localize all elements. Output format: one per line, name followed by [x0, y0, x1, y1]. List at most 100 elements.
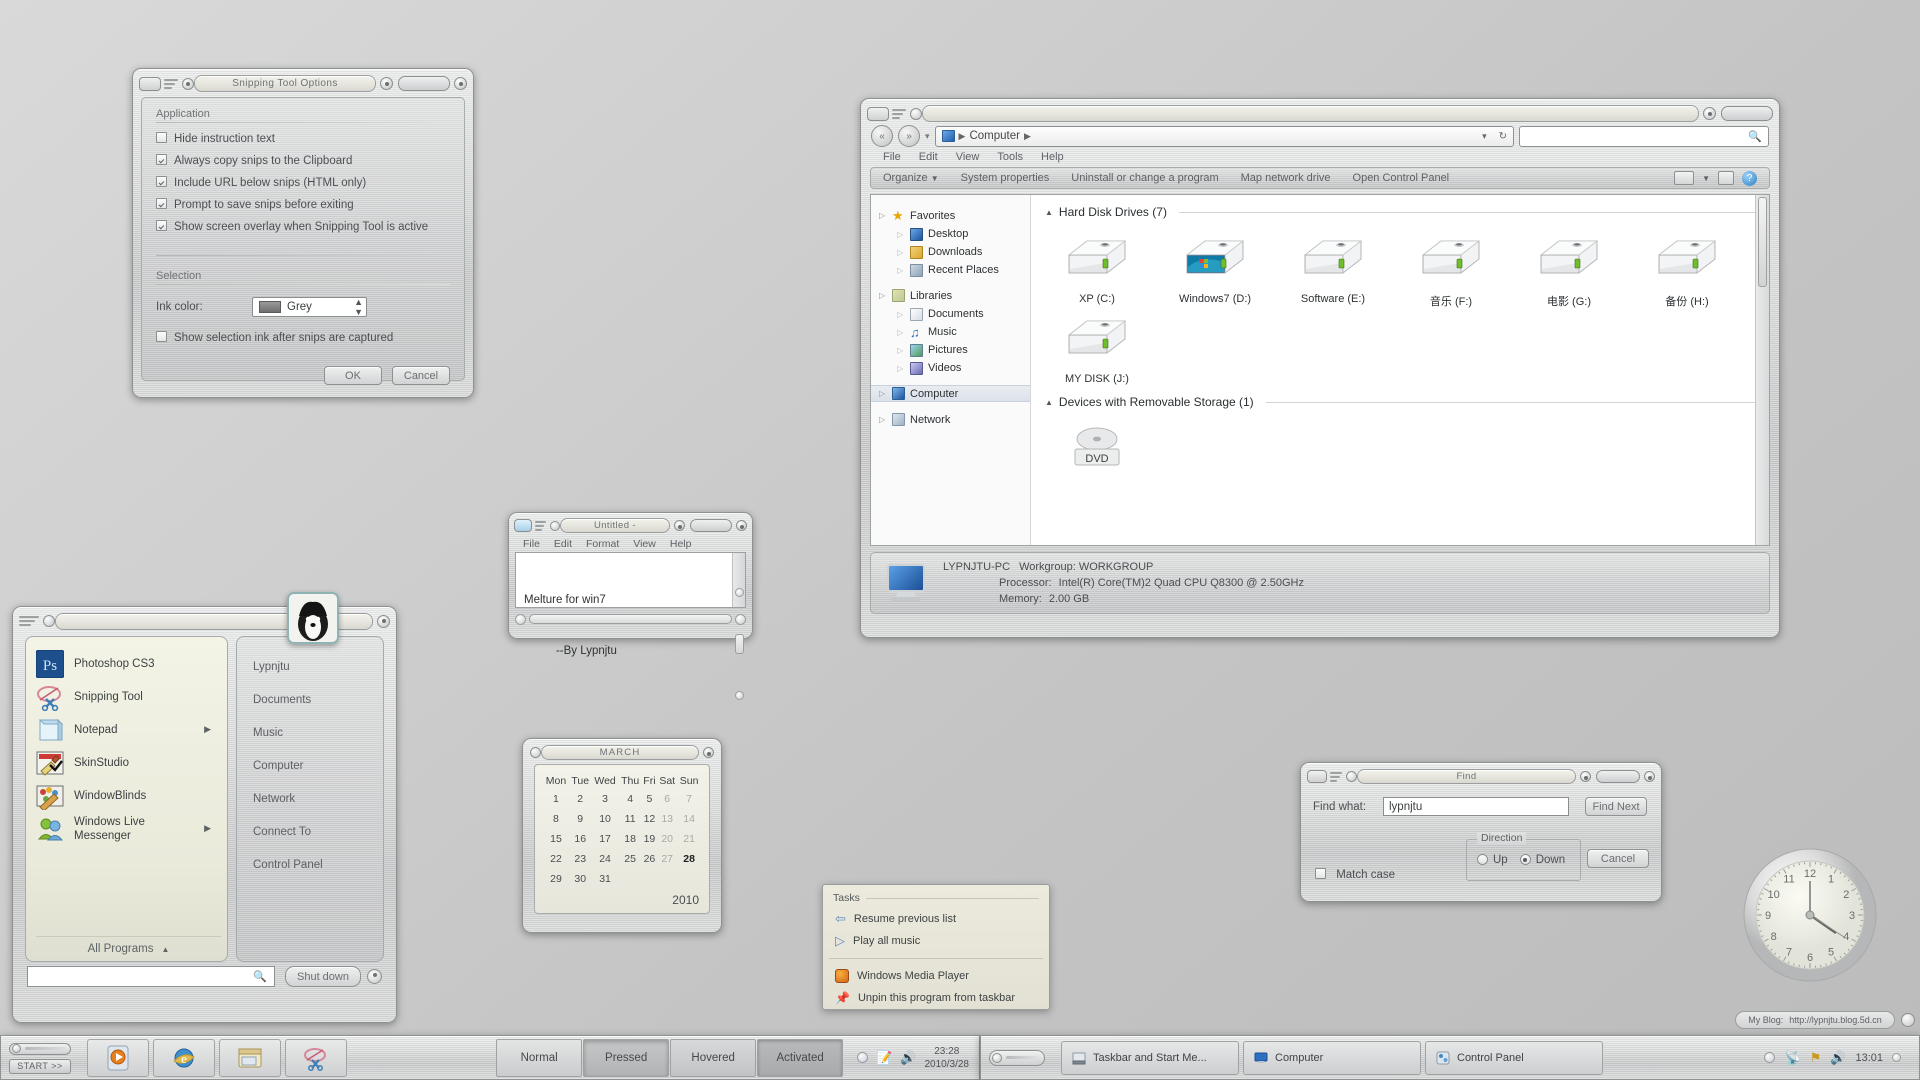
system-menu-icon[interactable] [867, 106, 889, 121]
start-places-item-computer[interactable]: Computer [253, 750, 383, 783]
section-header-hard-disks[interactable]: ▲ Hard Disk Drives (7) [1031, 195, 1769, 219]
scroll-down-button[interactable] [734, 691, 744, 700]
close-icon[interactable] [1703, 107, 1716, 120]
start-places-item-network[interactable]: Network [253, 783, 383, 816]
expand-chevron-icon[interactable]: ▷ [897, 328, 905, 337]
calendar-day[interactable]: 23 [569, 849, 592, 869]
help-icon[interactable] [736, 520, 747, 531]
calendar-day[interactable] [619, 869, 642, 889]
search-icon[interactable]: 🔍 [253, 970, 267, 983]
nav-item-network[interactable]: ▷ Network [871, 411, 1030, 428]
notepad-text-area[interactable]: Melture for win7 --By Lypnjtu [515, 552, 746, 700]
start-places-item-control-panel[interactable]: Control Panel [253, 849, 383, 882]
titlebar-knob-left[interactable] [910, 107, 922, 120]
menu-help[interactable]: Help [670, 538, 692, 550]
address-bar[interactable]: ▶ Computer ▶ ▾ ↻ [934, 125, 1514, 147]
clock-gadget[interactable]: 12 1 2 3 4 5 6 7 8 9 10 11 [1740, 845, 1880, 985]
expand-chevron-icon[interactable]: ▷ [897, 346, 905, 355]
taskbar-state-button-activated[interactable]: Activated [757, 1038, 844, 1077]
chevron-right-icon[interactable]: ▶ [1024, 131, 1031, 142]
taskbar-window-button[interactable]: Taskbar and Start Me... [1061, 1040, 1239, 1075]
titlebar-knob-left[interactable] [1346, 771, 1357, 782]
help-icon[interactable]: ? [1742, 170, 1757, 186]
expand-chevron-icon[interactable]: ▷ [879, 389, 887, 398]
checkbox-hide-instruction-text[interactable] [156, 132, 167, 143]
menu-tools[interactable]: Tools [997, 151, 1023, 163]
menu-edit[interactable]: Edit [554, 538, 572, 550]
calendar-day[interactable]: 16 [569, 829, 592, 849]
cancel-button[interactable]: Cancel [1587, 849, 1649, 868]
taskbar-button-snipping-tool[interactable] [285, 1038, 347, 1077]
find-dialog-window[interactable]: Find Find what: lypnjtu Find Next Cancel… [1300, 762, 1662, 902]
menu-view[interactable]: View [633, 538, 656, 550]
checkbox-always-copy[interactable] [156, 154, 167, 165]
calendar-day[interactable]: 4 [619, 789, 642, 809]
calendar-day[interactable] [657, 869, 677, 889]
all-programs-button[interactable]: All Programs ▲ [36, 936, 221, 961]
calendar-day[interactable]: 8 [543, 809, 569, 829]
search-icon[interactable]: 🔍 [1748, 130, 1762, 143]
ok-button[interactable]: OK [324, 366, 382, 385]
taskbar-window-button[interactable]: Control Panel [1425, 1040, 1603, 1075]
taskbar-button-windows-explorer[interactable] [219, 1038, 281, 1077]
calendar-day[interactable] [677, 869, 701, 889]
calendar-day[interactable]: 6 [657, 789, 677, 809]
calendar-day[interactable]: 20 [657, 829, 677, 849]
taskbar-right[interactable]: Taskbar and Start Me... Computer Control… [980, 1035, 1920, 1080]
calendar-day[interactable]: 24 [591, 849, 618, 869]
nav-item-desktop[interactable]: ▷ Desktop [871, 226, 1030, 242]
snipping-tool-options-window[interactable]: Snipping Tool Options Application Hide i… [132, 68, 474, 398]
find-what-input[interactable]: lypnjtu [1383, 797, 1569, 816]
option-row[interactable]: Include URL below snips (HTML only) [156, 176, 450, 189]
jumplist-item[interactable]: Windows Media Player [823, 965, 1049, 987]
jumplist-menu[interactable]: Tasks ⇦ Resume previous list ▷ Play all mus… [822, 884, 1050, 1010]
nav-item-libraries[interactable]: ▷ Libraries [871, 287, 1030, 304]
taskbar-window-button[interactable]: Computer [1243, 1040, 1421, 1075]
titlebar-knob-left[interactable] [530, 747, 541, 758]
taskbar-handle[interactable] [989, 1049, 1045, 1066]
nav-item-music[interactable]: ▷ ♫ Music [871, 324, 1030, 340]
help-icon[interactable] [454, 77, 467, 90]
nav-item-pictures[interactable]: ▷ Pictures [871, 342, 1030, 358]
nav-item-recent-places[interactable]: ▷ Recent Places [871, 262, 1030, 278]
view-layout-icon[interactable] [1674, 171, 1695, 185]
history-chevron-icon[interactable]: ▾ [925, 131, 930, 142]
drive-item[interactable]: 电影 (G:) [1521, 233, 1617, 309]
calendar-day[interactable]: 1 [543, 789, 569, 809]
section-header-removable[interactable]: ▲ Devices with Removable Storage (1) [1031, 385, 1769, 409]
help-icon[interactable] [1644, 771, 1655, 782]
calendar-day[interactable]: 13 [657, 809, 677, 829]
calendar-day[interactable]: 21 [677, 829, 701, 849]
taskbar-button-internet-explorer[interactable]: e [153, 1038, 215, 1077]
search-box[interactable]: 🔍 [1519, 125, 1769, 147]
action-center-flag-icon[interactable]: ⚑ [1810, 1050, 1822, 1066]
start-places-item-documents[interactable]: Documents [253, 684, 383, 717]
calendar-day[interactable]: 28 [677, 849, 701, 869]
start-menu-item-skinstudio[interactable]: SkinStudio [36, 746, 221, 779]
cancel-button[interactable]: Cancel [392, 366, 450, 385]
expand-chevron-icon[interactable]: ▷ [897, 230, 905, 239]
nav-item-computer[interactable]: ▷ Computer [871, 385, 1030, 402]
jumplist-item[interactable]: 📌 Unpin this program from taskbar [823, 987, 1049, 1009]
window-buttons-strip[interactable] [1721, 106, 1773, 121]
nav-item-favorites[interactable]: ▷ ★ Favorites [871, 207, 1030, 224]
drive-item[interactable]: MY DISK (J:) [1049, 313, 1145, 385]
option-row[interactable]: Show selection ink after snips are captu… [156, 331, 450, 344]
drive-item[interactable]: Windows7 (D:) [1167, 233, 1263, 309]
menu-file[interactable]: File [883, 151, 901, 163]
option-row[interactable]: Show screen overlay when Snipping Tool i… [156, 220, 450, 233]
breadcrumb-computer[interactable]: Computer [969, 130, 1020, 142]
chevron-down-icon[interactable]: ▼ [1702, 174, 1710, 183]
chevron-down-icon[interactable]: ▾ [1482, 131, 1487, 142]
action-center-icon[interactable]: 📝 [876, 1050, 892, 1066]
menu-view[interactable]: View [956, 151, 980, 163]
titlebar[interactable] [867, 104, 1773, 123]
calendar-day[interactable]: 25 [619, 849, 642, 869]
close-icon[interactable] [674, 520, 685, 531]
taskbar-button-windows-media-player[interactable] [87, 1038, 149, 1077]
drive-item[interactable]: Software (E:) [1285, 233, 1381, 309]
nav-item-documents[interactable]: ▷ Documents [871, 306, 1030, 322]
show-desktop-button[interactable] [1892, 1053, 1901, 1062]
window-buttons-strip[interactable] [690, 519, 732, 532]
taskbar-clock[interactable]: 23:28 2010/3/28 [925, 1045, 970, 1071]
